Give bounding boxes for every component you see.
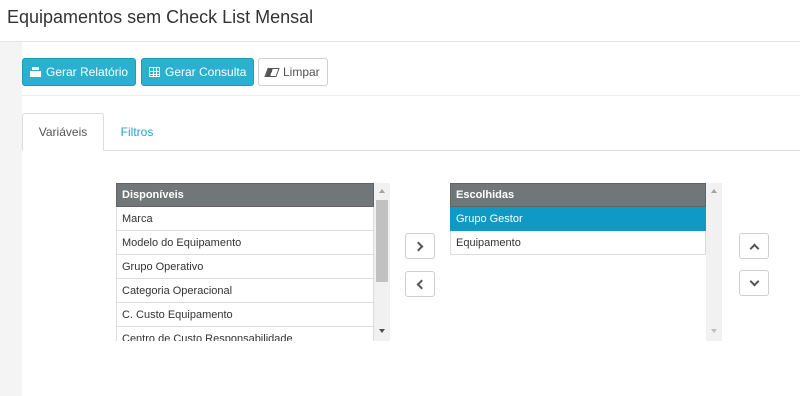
available-list-header: Disponíveis <box>116 183 374 207</box>
chevron-left-icon <box>416 279 427 289</box>
list-item[interactable]: Equipamento <box>450 231 706 255</box>
left-gutter <box>0 42 22 396</box>
chosen-list[interactable]: Escolhidas Grupo Gestor Equipamento <box>450 183 724 341</box>
gerar-relatorio-label: Gerar Relatório <box>46 65 129 79</box>
available-scrollbar[interactable] <box>374 183 390 341</box>
list-item[interactable]: Categoria Operacional <box>116 279 374 303</box>
scrollbar-thumb[interactable] <box>376 200 388 282</box>
gerar-consulta-label: Gerar Consulta <box>165 65 247 79</box>
chosen-list-header: Escolhidas <box>450 183 706 207</box>
gerar-consulta-button[interactable]: Gerar Consulta <box>141 58 255 86</box>
move-up-button[interactable] <box>739 233 769 259</box>
chevron-down-icon <box>749 276 759 286</box>
list-item[interactable]: Grupo Operativo <box>116 255 374 279</box>
list-item[interactable]: Marca <box>116 207 374 231</box>
page-header: Equipamentos sem Check List Mensal <box>0 0 800 42</box>
print-icon <box>30 67 41 77</box>
list-item[interactable]: Modelo do Equipamento <box>116 231 374 255</box>
scroll-up-arrow-icon[interactable] <box>379 189 385 193</box>
eraser-icon <box>264 67 280 77</box>
tab-filtros[interactable]: Filtros <box>104 113 170 151</box>
page-title: Equipamentos sem Check List Mensal <box>7 7 314 27</box>
chosen-scrollbar[interactable] <box>706 183 722 341</box>
limpar-button[interactable]: Limpar <box>258 58 328 86</box>
table-icon <box>149 67 160 77</box>
gerar-relatorio-button[interactable]: Gerar Relatório <box>22 58 137 86</box>
scroll-down-arrow-icon[interactable] <box>711 329 717 333</box>
list-item[interactable]: C. Custo Equipamento <box>116 303 374 327</box>
limpar-label: Limpar <box>283 65 320 79</box>
tab-variaveis[interactable]: Variáveis <box>22 113 104 151</box>
toolbar <box>22 42 800 96</box>
available-list[interactable]: Disponíveis Marca Modelo do Equipamento … <box>116 183 390 341</box>
chevron-right-icon <box>413 241 424 251</box>
list-item-selected[interactable]: Grupo Gestor <box>450 207 706 231</box>
scroll-down-arrow-icon[interactable] <box>379 329 385 333</box>
move-left-button[interactable] <box>405 271 435 297</box>
chevron-up-icon <box>749 243 759 253</box>
scroll-up-arrow-icon[interactable] <box>711 189 717 193</box>
move-right-button[interactable] <box>405 233 435 259</box>
move-down-button[interactable] <box>739 270 769 296</box>
list-item[interactable]: Centro de Custo Responsabilidade <box>116 327 374 341</box>
